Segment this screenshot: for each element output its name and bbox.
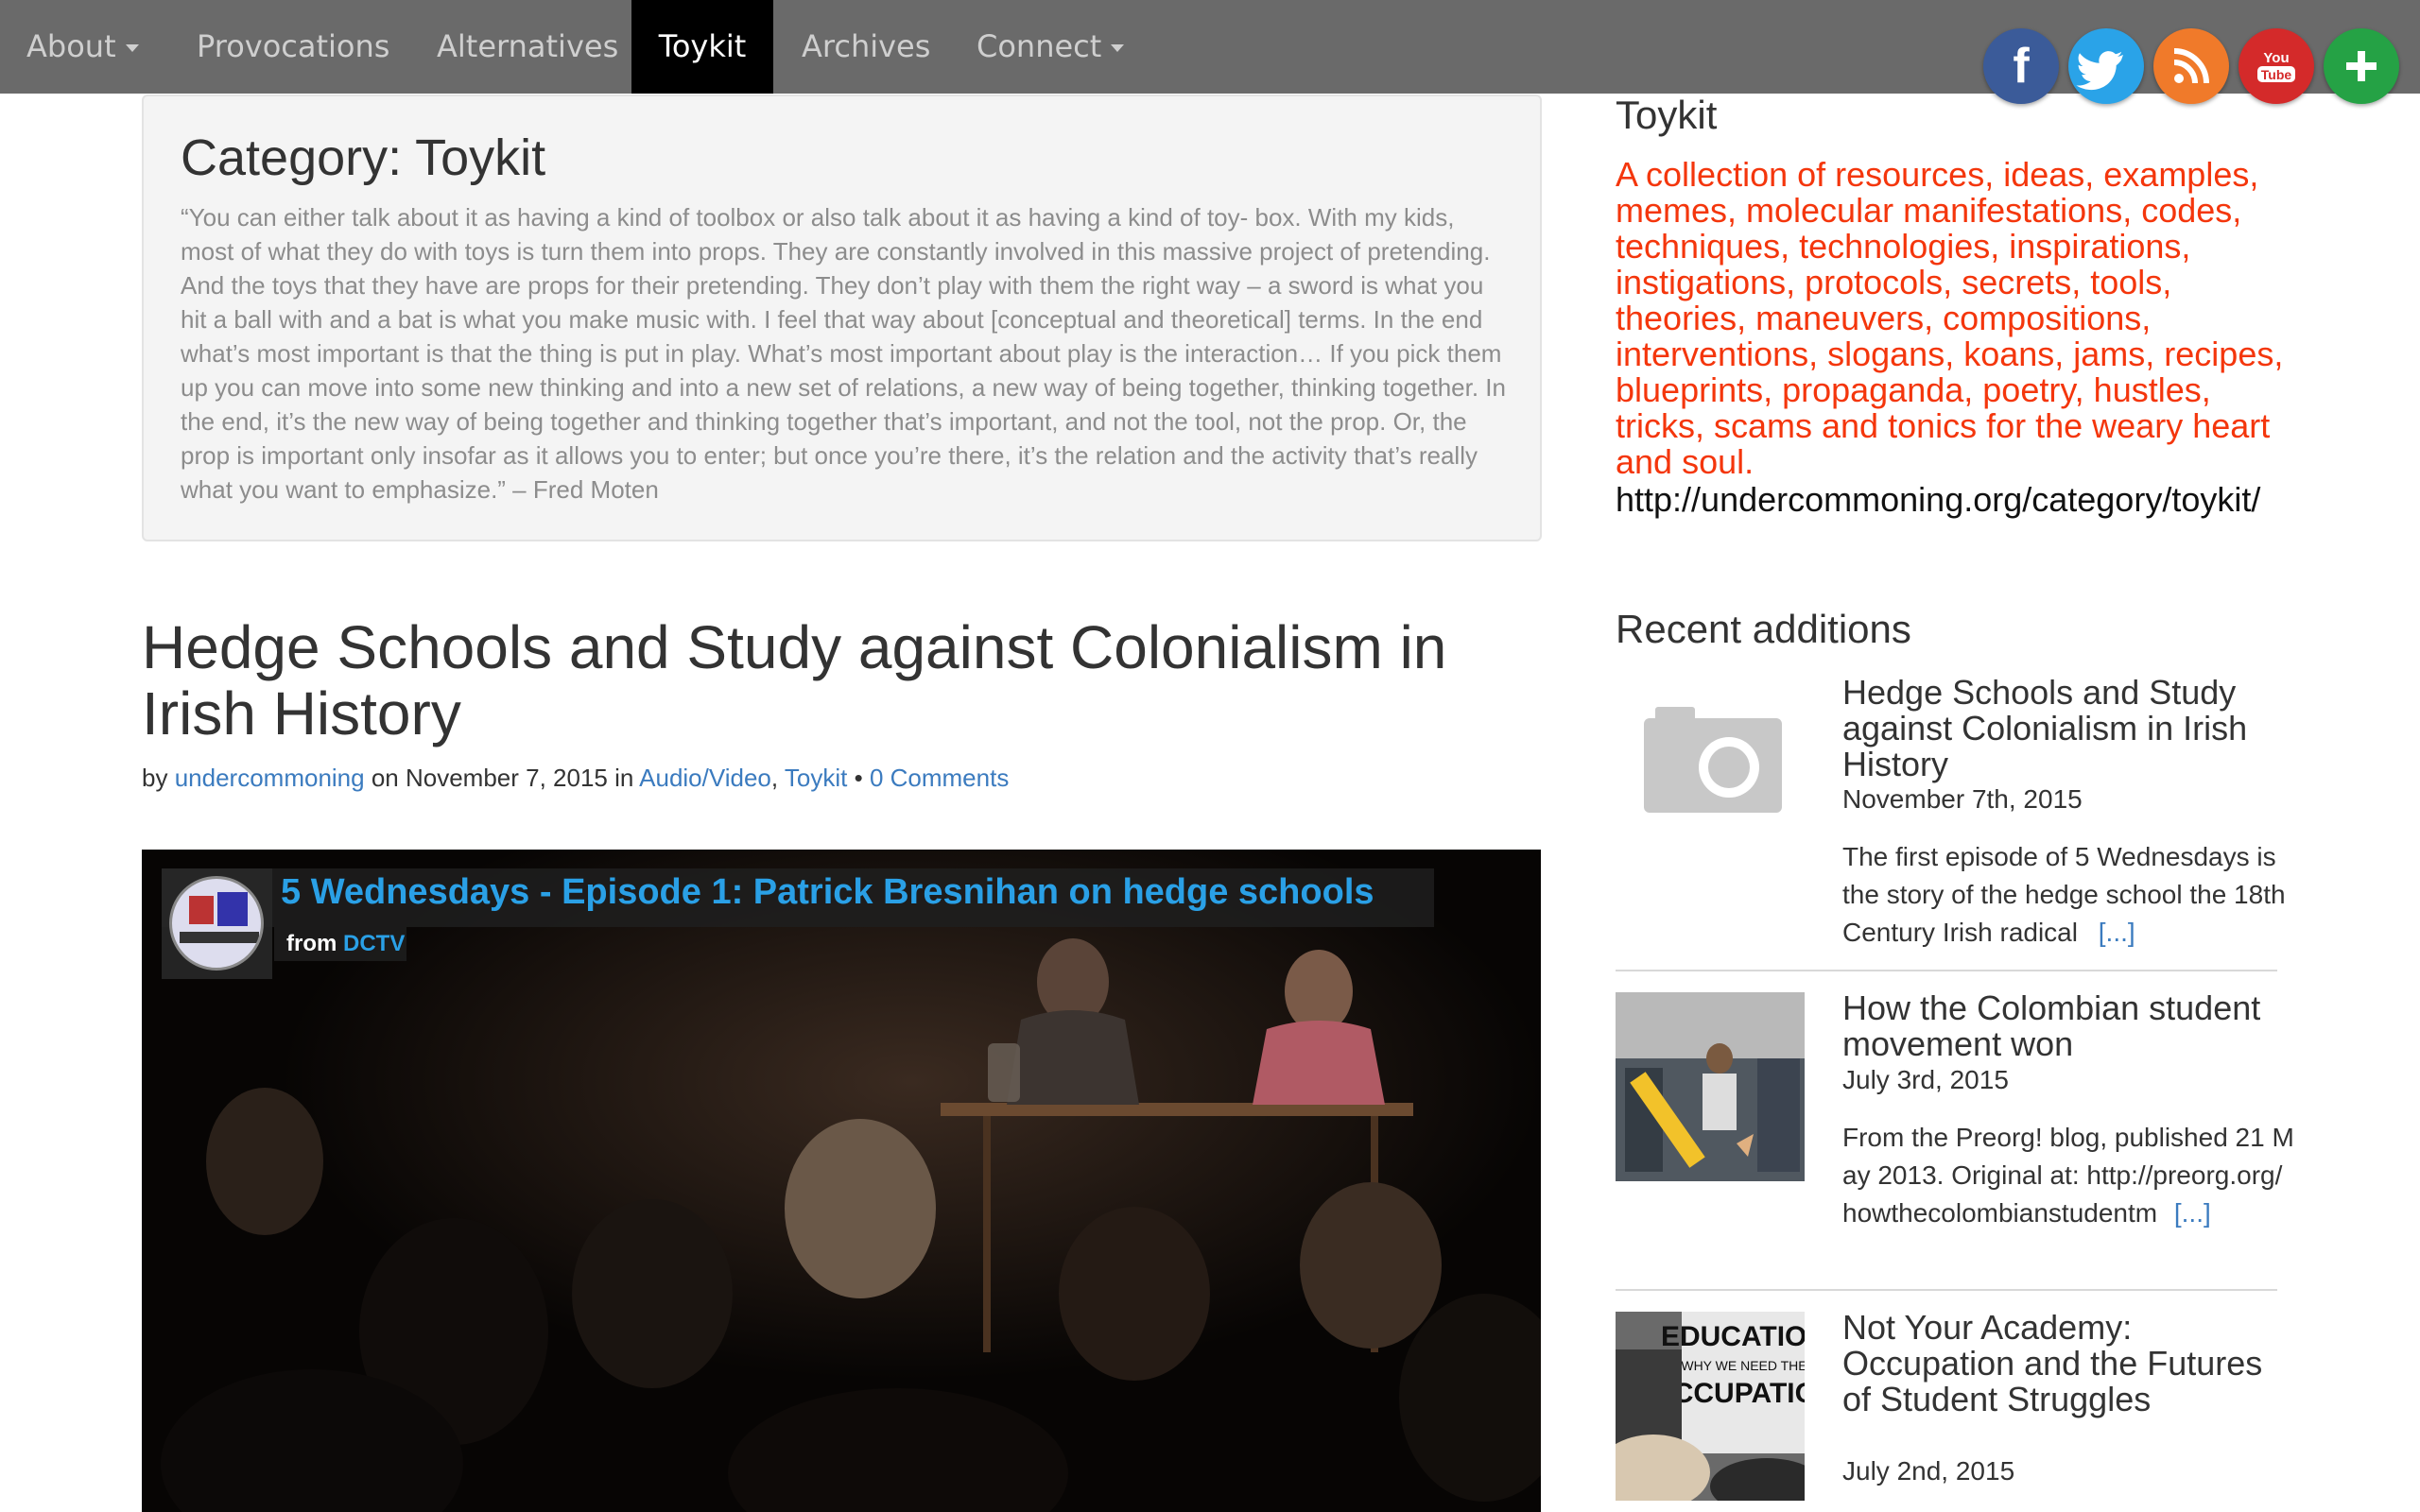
sidebar-category-description: A collection of resources, ideas, exampl… [1616,155,2284,481]
recent-post-date: July 2nd, 2015 [1842,1456,2015,1486]
nav-alternatives[interactable]: Alternatives [437,0,618,94]
caret-down-icon [1111,44,1125,52]
nav-about[interactable]: About [26,0,139,94]
post-author-link[interactable]: undercommoning [175,764,365,792]
facebook-icon: f [2013,39,2030,94]
video-from: from DCTV [286,931,405,957]
post-category-link[interactable]: Toykit [785,764,847,792]
recent-post-title[interactable]: Hedge Schools and Study against Colonial… [1842,675,2296,782]
sidebar-category-heading: Toykit [1616,93,1718,137]
channel-logo[interactable] [162,868,272,979]
caret-down-icon [125,44,139,52]
recent-post-date: July 3rd, 2015 [1842,1065,2009,1094]
post-date-label: on November 7, 2015 in [371,764,634,792]
svg-text:Tube: Tube [2261,67,2292,82]
top-navbar: About Provocations Alternatives Toykit A… [0,0,2420,94]
nav-archives[interactable]: Archives [802,0,930,94]
thumb-sign-line: WHY WE NEED THE [1681,1358,1805,1373]
recent-post-title[interactable]: How the Colombian student movement won [1842,990,2296,1062]
category-header-box: Category: Toykit “You can either talk ab… [142,94,1542,541]
nav-provocations-label: Provocations [197,28,390,64]
twitter-button[interactable] [2068,28,2144,104]
excerpt-text: From the Preorg! blog, published 21 May … [1842,1123,2294,1228]
youtube-icon: You Tube [2257,50,2295,82]
youtube-button[interactable]: You Tube [2238,28,2314,104]
sidebar-category-url[interactable]: http://undercommoning.org/category/toyki… [1616,482,2296,518]
more-share-button[interactable] [2324,28,2399,104]
dctv-logo-icon [169,876,264,971]
recent-additions-heading: Recent additions [1616,607,1911,651]
category-description-quote: “You can either talk about it as having … [181,203,1506,504]
category-title: Category: Toykit [181,129,546,186]
education-sign-photo: EDUCATION WHY WE NEED THE OCCUPATION [1616,1312,1805,1501]
recent-post-date: November 7th, 2015 [1842,784,2083,814]
nav-toykit-label: Toykit [658,28,747,64]
facebook-button[interactable]: f [1983,28,2059,104]
recent-thumbnail[interactable]: EDUCATION WHY WE NEED THE OCCUPATION [1616,1312,1805,1501]
nav-provocations[interactable]: Provocations [197,0,389,94]
post-meta: by undercommoning on November 7, 2015 in… [142,764,1009,793]
video-player[interactable]: 5 Wednesdays - Episode 1: Patrick Bresni… [142,850,1541,1512]
rss-button[interactable] [2153,28,2229,104]
twitter-icon [2076,51,2123,91]
read-more-link[interactable]: [...] [2174,1198,2211,1228]
thumb-sign-line: EDUCATION [1661,1321,1805,1352]
post-title[interactable]: Hedge Schools and Study against Colonial… [142,614,1550,747]
nav-archives-label: Archives [802,28,931,64]
recent-divider [1616,1289,2277,1291]
nav-about-label: About [26,28,116,64]
camera-icon [1644,707,1782,813]
recent-post-excerpt: The first episode of 5 Wednesdays is the… [1842,838,2296,952]
recent-thumbnail[interactable] [1616,671,1805,860]
plus-icon [2346,51,2377,81]
video-from-label: from [286,931,337,956]
nav-toykit[interactable]: Toykit [631,0,773,94]
recent-post-excerpt: From the Preorg! blog, published 21 May … [1842,1119,2296,1232]
nav-alternatives-label: Alternatives [437,28,619,64]
nav-connect[interactable]: Connect [977,0,1125,94]
read-more-link[interactable]: [...] [2099,918,2135,947]
video-title[interactable]: 5 Wednesdays - Episode 1: Patrick Bresni… [281,872,1374,913]
post-bullet: • [854,764,863,792]
post-by-label: by [142,764,168,792]
protest-photo [1616,992,1805,1181]
post-separator: , [770,764,779,792]
svg-text:You: You [2263,50,2289,66]
video-source-link[interactable]: DCTV [343,931,405,956]
rss-icon [2173,48,2209,84]
recent-divider [1616,970,2277,971]
nav-connect-label: Connect [977,28,1102,64]
post-category-link[interactable]: Audio/Video [639,764,771,792]
recent-thumbnail[interactable] [1616,992,1805,1181]
excerpt-text: The first episode of 5 Wednesdays is the… [1842,842,2286,947]
recent-post-title[interactable]: Not Your Academy: Occupation and the Fut… [1842,1310,2296,1418]
post-comments-link[interactable]: 0 Comments [870,764,1009,792]
